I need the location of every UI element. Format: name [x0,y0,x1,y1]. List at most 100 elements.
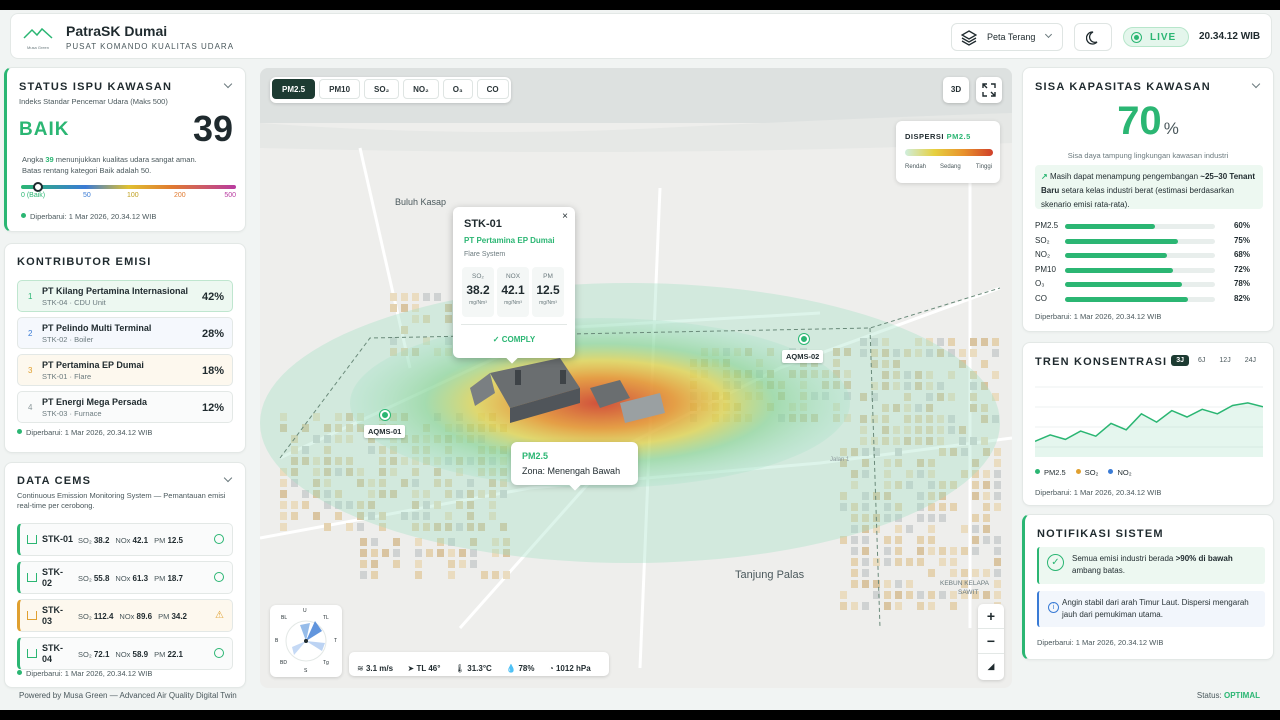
building-block [481,571,488,579]
contributor-sub: STK-01 · Flare [42,372,92,381]
popup-id: STK-01 [464,218,502,230]
building-block [862,536,869,544]
collapse-chevron-icon[interactable] [223,79,233,89]
cems-row[interactable]: STK-01 SO₂ 38.2 NOx 42.1 PM 12.5 [17,523,233,556]
building-block [983,514,990,522]
legend-label: NO₂ [1117,468,1132,477]
building-block [291,501,298,509]
map-style-label: Peta Terang [987,32,1036,42]
3d-toggle-button[interactable]: 3D [943,77,969,103]
map-style-select[interactable]: Peta Terang [951,23,1063,51]
station-aqms-01-dot[interactable] [380,410,390,420]
building-block [280,523,287,531]
contributor-row[interactable]: 1 PT Kilang Pertamina Internasional STK-04… [17,280,233,312]
building-block [917,602,924,610]
station-aqms-02-label[interactable]: AQMS-02 [782,350,824,363]
popup-close-icon[interactable]: × [562,211,568,222]
capacity-bar-track [1065,282,1215,287]
range-tab-2[interactable]: 12J [1214,355,1235,366]
expand-icon [982,83,996,97]
contributor-name: PT Kilang Pertamina Internasional [42,286,189,296]
map-panel[interactable]: Buluh Kasap Tanjung Palas KEBUN KELAPA S… [260,68,1012,688]
metric-value: 12.5 [536,283,560,297]
cems-stack-id: STK-03 [42,605,63,626]
contributor-name: PT Pelindo Multi Terminal [42,323,152,333]
cems-title: DATA CEMS [17,475,92,487]
logo-text: Musa Green [26,45,49,50]
humidity-value: 78% [518,664,535,673]
live-dot-inner [1134,35,1139,40]
metric-label: PM [543,273,553,280]
building-block [360,549,367,557]
tab-pollutant-1[interactable]: PM10 [319,79,361,99]
pm-label: PM [154,536,166,545]
notif-success-text: Semua emisi industri berada >90% di bawa… [1072,553,1262,577]
cems-row[interactable]: STK-02 SO₂ 55.8 NOx 61.3 PM 18.7 [17,561,233,594]
contributor-row[interactable]: 2 PT Pelindo Multi Terminal STK-02 · Boile… [17,317,233,349]
range-tab-3[interactable]: 24J [1240,355,1261,366]
building-block [492,571,499,579]
building-block [983,591,990,599]
building-block [939,591,946,599]
collapse-chevron-icon[interactable] [1251,79,1261,89]
building-block [280,479,287,487]
building-block [895,525,902,533]
road-label: Jalan 1 [830,457,850,463]
building-block [950,569,957,577]
temperature: 🌡 31.3°C [454,664,492,673]
ispu-marker [32,182,43,192]
building-block [335,512,342,520]
theme-toggle-button[interactable] [1074,23,1112,51]
contributor-row[interactable]: 4 PT Energi Mega Persada STK-03 · Furnace 1… [17,391,233,423]
collapse-chevron-icon[interactable] [223,473,233,483]
station-aqms-02-dot[interactable] [799,334,809,344]
pm-label: PM [154,574,166,583]
dispersion-legend: DISPERSI PM2.5 Rendah Sedang Tinggi [896,121,1000,183]
cems-row[interactable]: STK-03 SO₂ 112.4 NOx 89.6 PM 34.2 ⚠ [17,599,233,632]
contributor-sub: STK-04 · CDU Unit [42,298,106,307]
station-aqms-01-label[interactable]: AQMS-01 [364,425,406,438]
compass-se: Tg [323,660,329,666]
range-tab-1[interactable]: 6J [1193,355,1210,366]
reset-north-button[interactable]: ◢ [978,654,1004,679]
fullscreen-button[interactable] [976,77,1002,103]
nox-label: NOx [119,612,135,621]
building-block [972,569,979,577]
tab-pollutant-2[interactable]: SO₂ [364,79,400,99]
building-block [994,470,1001,478]
building-block [950,503,957,511]
so2-value: 72.1 [93,650,110,659]
building-block [437,549,444,557]
compass-w: B [275,638,279,644]
legend-high: Tinggi [975,164,992,170]
building-block [994,459,1001,467]
cems-row[interactable]: STK-04 SO₂ 72.1 NOx 58.9 PM 22.1 [17,637,233,670]
pm-value: 22.1 [167,650,184,659]
nox-value: 42.1 [132,536,149,545]
zoom-out-button[interactable]: − [978,629,1004,654]
tab-pollutant-4[interactable]: O₃ [442,79,473,99]
contributor-name: PT Energi Mega Persada [42,397,148,407]
building-block [948,338,955,346]
zoom-in-button[interactable]: + [978,604,1004,629]
range-tab-0[interactable]: 3J [1171,355,1189,366]
contributor-rank: 3 [28,366,33,375]
contributor-rank: 1 [28,292,33,301]
tab-pollutant-0[interactable]: PM2.5 [272,79,316,99]
building-block [972,536,979,544]
building-block [937,338,944,346]
pm-value: 18.7 [167,574,184,583]
tab-pollutant-5[interactable]: CO [476,79,509,99]
tab-pollutant-3[interactable]: NO₂ [403,79,439,99]
building-block [862,547,869,555]
chevron-down-icon [1044,30,1053,39]
metric-unit: mg/Nm³ [504,300,522,306]
pressure: ◔ 1012 hPa [548,664,591,673]
building-block [950,591,957,599]
capacity-bar-label: NO₂ [1035,250,1051,259]
contributor-row[interactable]: 3 PT Pertamina EP Dumai STK-01 · Flare 18% [17,354,233,386]
cems-updated: Diperbarui: 1 Mar 2026, 20.34.12 WIB [17,669,152,678]
building-block [360,571,367,579]
nox-label: NOx [115,536,131,545]
compass-n: U [303,608,307,614]
